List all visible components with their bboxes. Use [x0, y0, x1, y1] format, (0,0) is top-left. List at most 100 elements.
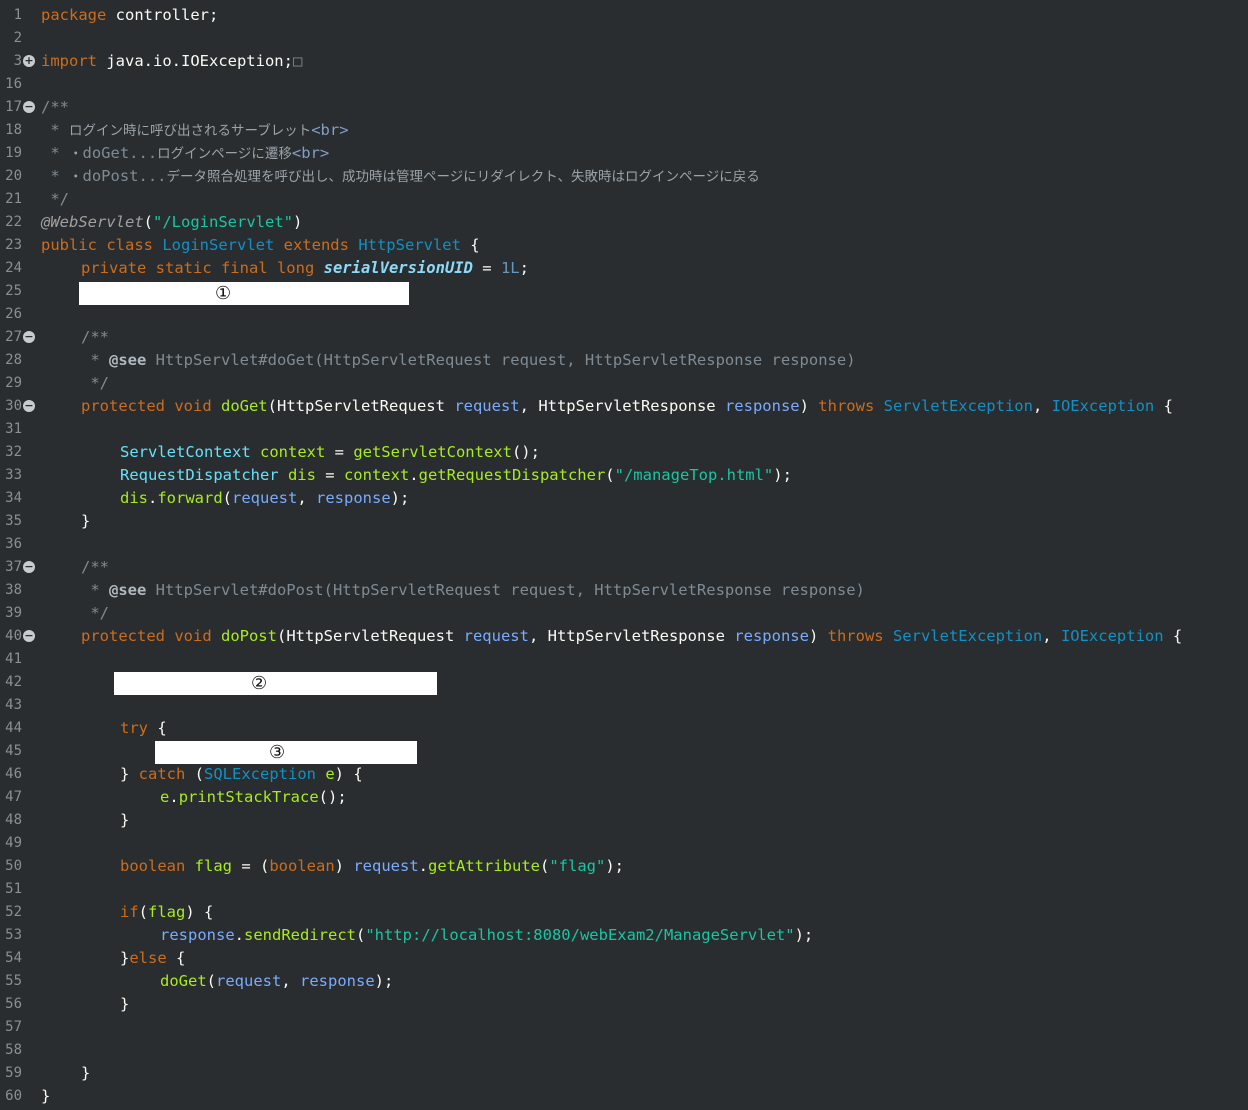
class-name: IOException [1060, 627, 1164, 645]
code-line-38[interactable]: * @see HttpServlet#doPost(HttpServletReq… [0, 579, 1248, 602]
code-text: ); [374, 972, 394, 990]
code-text: = [315, 466, 344, 484]
code-text: ) { [334, 765, 363, 783]
parameter: request [216, 972, 282, 990]
code-line-17[interactable]: /** [0, 96, 1248, 119]
line-number: 41 [5, 651, 22, 667]
code-line-22[interactable]: @WebServlet("/LoginServlet") [0, 211, 1248, 234]
code-text: (); [318, 788, 347, 806]
code-line-33[interactable]: RequestDispatcher dis = context.getReque… [0, 464, 1248, 487]
code-line-30[interactable]: protected void doGet(HttpServletRequest … [0, 395, 1248, 418]
javadoc-tag: @see [109, 581, 147, 599]
code-text: } [120, 811, 130, 829]
line-number: 51 [5, 881, 22, 897]
comment-japanese: ログインページに遷移 [157, 146, 292, 162]
line-number: 57 [5, 1019, 22, 1035]
method-name: doGet [220, 397, 268, 415]
class-name: ServletException [883, 397, 1033, 415]
parameter: request [353, 857, 419, 875]
comment-japanese: ・ [69, 146, 83, 162]
code-line-29[interactable]: */ [0, 372, 1248, 395]
gutter-row: 26 [0, 303, 36, 326]
class-name: HttpServlet [358, 236, 461, 254]
class-name: HttpServletResponse [547, 627, 725, 645]
code-editor[interactable]: 1 2 3 +16 17−18 19 20 21 22 23 24 25 26 27−28 29 30−31 3… [0, 0, 1248, 1110]
code-line-28[interactable]: * @see HttpServlet#doGet(HttpServletRequ… [0, 349, 1248, 372]
code-line-55[interactable]: doGet(request, response); [0, 970, 1248, 993]
collapsed-imports-icon[interactable]: □ [293, 52, 302, 70]
comment: HttpServlet#doGet(HttpServletRequest req… [146, 351, 856, 369]
class-name: SQLException [204, 765, 316, 783]
gutter-row: 45 [0, 740, 36, 763]
comment-japanese: ・ [69, 169, 83, 185]
line-number: 49 [5, 835, 22, 851]
local-variable: context [250, 443, 326, 461]
line-number: 25 [5, 283, 22, 299]
code-text: . [418, 857, 428, 875]
code-line-54[interactable]: }else { [0, 947, 1248, 970]
code-line-3[interactable]: import java.io.IOException;□ [0, 50, 1248, 73]
parameter: response [160, 926, 235, 944]
code-line-32[interactable]: ServletContext context = getServletConte… [0, 441, 1248, 464]
code-line-37[interactable]: /** [0, 556, 1248, 579]
code-text: (); [511, 443, 540, 461]
code-line-40[interactable]: protected void doPost(HttpServletRequest… [0, 625, 1248, 648]
code-line-52[interactable]: if(flag) { [0, 901, 1248, 924]
keyword: protected void [81, 627, 221, 645]
code-text: ); [390, 489, 410, 507]
line-number: 42 [5, 674, 22, 690]
code-text: = [325, 443, 354, 461]
code-text: ); [605, 857, 624, 875]
gutter-row: 43 [0, 694, 36, 717]
code-line-20[interactable]: * ・doPost...データ照合処理を呼び出し、成功時は管理ページにリダイレク… [0, 165, 1248, 188]
keyword: boolean [269, 857, 335, 875]
line-number: 36 [5, 536, 22, 552]
code-text: , [297, 489, 317, 507]
string-literal: "flag" [549, 857, 606, 875]
code-line-47[interactable]: e.printStackTrace(); [0, 786, 1248, 809]
keyword: protected void [81, 397, 221, 415]
code-text: { [1154, 397, 1173, 415]
keyword: extends [274, 236, 359, 254]
code-line-50[interactable]: boolean flag = (boolean) request.getAttr… [0, 855, 1248, 878]
parameter: e [316, 765, 335, 783]
code-line-59[interactable]: } [0, 1062, 1248, 1085]
code-text: ; [519, 259, 529, 277]
answer-blank-2[interactable]: ② [114, 672, 437, 695]
answer-blank-1[interactable]: ① [79, 282, 409, 305]
code-line-53[interactable]: response.sendRedirect("http://localhost:… [0, 924, 1248, 947]
code-line-24[interactable]: private static final long serialVersionU… [0, 257, 1248, 280]
line-number: 31 [5, 421, 22, 437]
comment-tag: <br> [311, 121, 349, 139]
keyword: import [41, 52, 97, 70]
code-line-1[interactable]: package controller; [0, 4, 1248, 27]
code-text: { [148, 719, 167, 737]
line-number: 16 [5, 76, 22, 92]
code-text: { [460, 236, 480, 254]
keyword: private static final long [81, 259, 324, 277]
code-line-48[interactable]: } [0, 809, 1248, 832]
code-line-27[interactable]: /** [0, 326, 1248, 349]
code-line-46[interactable]: } catch (SQLException e) { [0, 763, 1248, 786]
code-line-44[interactable]: try { [0, 717, 1248, 740]
code-line-60[interactable]: } [0, 1085, 1248, 1108]
code-line-18[interactable]: * ログイン時に呼び出されるサーブレット<br> [0, 119, 1248, 142]
blank-number: ① [215, 283, 232, 304]
code-line-21[interactable]: */ [0, 188, 1248, 211]
code-text: controller; [106, 6, 219, 24]
answer-blank-3[interactable]: ③ [155, 741, 417, 764]
string-literal: "/manageTop.html" [614, 466, 774, 484]
code-text: , [519, 397, 539, 415]
code-text: ( [185, 765, 205, 783]
local-variable: dis [120, 489, 148, 507]
class-name: HttpServletRequest [277, 397, 445, 415]
code-line-39[interactable]: */ [0, 602, 1248, 625]
code-line-23[interactable]: public class LoginServlet extends HttpSe… [0, 234, 1248, 257]
keyword: if [120, 903, 139, 921]
code-line-56[interactable]: } [0, 993, 1248, 1016]
code-text: , [528, 627, 548, 645]
code-line-34[interactable]: dis.forward(request, response); [0, 487, 1248, 510]
code-line-35[interactable]: } [0, 510, 1248, 533]
code-line-19[interactable]: * ・doGet...ログインページに遷移<br> [0, 142, 1248, 165]
code-text: ) [808, 627, 828, 645]
